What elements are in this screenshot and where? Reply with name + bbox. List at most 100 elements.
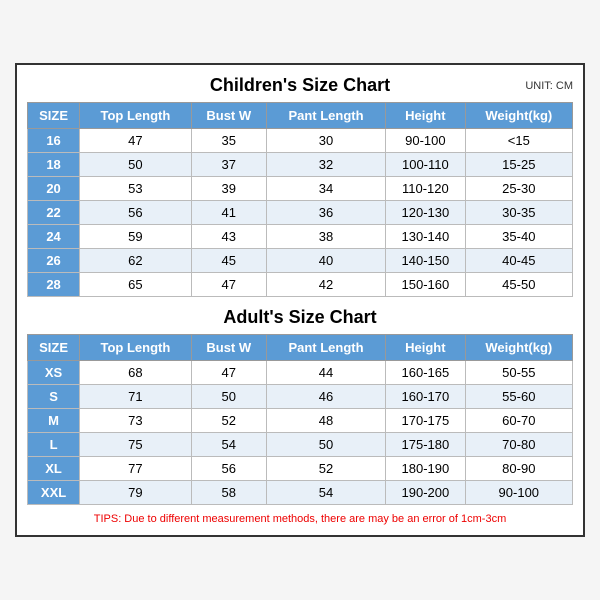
children-data-cell: 59 <box>80 225 192 249</box>
adult-data-cell: 55-60 <box>465 385 572 409</box>
children-data-cell: 38 <box>266 225 385 249</box>
adult-data-cell: 160-170 <box>386 385 465 409</box>
children-title-row: Children's Size Chart UNIT: CM <box>27 75 573 96</box>
children-col-top-length: Top Length <box>80 103 192 129</box>
adult-data-cell: 80-90 <box>465 457 572 481</box>
children-data-cell: 45 <box>191 249 266 273</box>
children-data-cell: 47 <box>80 129 192 153</box>
children-table: SIZE Top Length Bust W Pant Length Heigh… <box>27 102 573 297</box>
children-data-cell: 150-160 <box>386 273 465 297</box>
children-data-cell: 40 <box>266 249 385 273</box>
adult-col-pant-length: Pant Length <box>266 335 385 361</box>
adult-col-bust-w: Bust W <box>191 335 266 361</box>
adult-size-cell: S <box>28 385 80 409</box>
children-data-cell: 62 <box>80 249 192 273</box>
adult-data-cell: 170-175 <box>386 409 465 433</box>
children-data-cell: 41 <box>191 201 266 225</box>
children-header-row: SIZE Top Length Bust W Pant Length Heigh… <box>28 103 573 129</box>
children-data-cell: 56 <box>80 201 192 225</box>
adult-table-row: M735248170-17560-70 <box>28 409 573 433</box>
children-size-cell: 24 <box>28 225 80 249</box>
children-col-bust-w: Bust W <box>191 103 266 129</box>
adult-data-cell: 60-70 <box>465 409 572 433</box>
children-table-row: 22564136120-13030-35 <box>28 201 573 225</box>
adult-col-size: SIZE <box>28 335 80 361</box>
adult-size-cell: M <box>28 409 80 433</box>
children-data-cell: 34 <box>266 177 385 201</box>
children-col-weight: Weight(kg) <box>465 103 572 129</box>
children-data-cell: 15-25 <box>465 153 572 177</box>
adult-data-cell: 73 <box>80 409 192 433</box>
children-data-cell: 90-100 <box>386 129 465 153</box>
children-data-cell: 35 <box>191 129 266 153</box>
children-table-row: 18503732100-11015-25 <box>28 153 573 177</box>
children-data-cell: 35-40 <box>465 225 572 249</box>
children-table-row: 1647353090-100<15 <box>28 129 573 153</box>
adult-data-cell: 160-165 <box>386 361 465 385</box>
children-size-cell: 20 <box>28 177 80 201</box>
children-data-cell: 45-50 <box>465 273 572 297</box>
children-data-cell: 100-110 <box>386 153 465 177</box>
children-table-row: 24594338130-14035-40 <box>28 225 573 249</box>
children-data-cell: 43 <box>191 225 266 249</box>
adult-col-height: Height <box>386 335 465 361</box>
children-data-cell: 39 <box>191 177 266 201</box>
adult-title-row: Adult's Size Chart <box>27 307 573 328</box>
adult-data-cell: 46 <box>266 385 385 409</box>
adult-table-row: XS684744160-16550-55 <box>28 361 573 385</box>
adult-table: SIZE Top Length Bust W Pant Length Heigh… <box>27 334 573 505</box>
children-size-cell: 22 <box>28 201 80 225</box>
adult-data-cell: 71 <box>80 385 192 409</box>
children-data-cell: 25-30 <box>465 177 572 201</box>
section-divider <box>27 297 573 307</box>
unit-label: UNIT: CM <box>525 80 573 92</box>
adult-chart-title: Adult's Size Chart <box>223 307 376 328</box>
adult-data-cell: 58 <box>191 481 266 505</box>
tips-text: TIPS: Due to different measurement metho… <box>27 513 573 525</box>
adult-size-cell: XS <box>28 361 80 385</box>
adult-data-cell: 54 <box>191 433 266 457</box>
children-table-row: 28654742150-16045-50 <box>28 273 573 297</box>
adult-data-cell: 77 <box>80 457 192 481</box>
adult-data-cell: 68 <box>80 361 192 385</box>
children-data-cell: 50 <box>80 153 192 177</box>
children-data-cell: 37 <box>191 153 266 177</box>
children-col-height: Height <box>386 103 465 129</box>
adult-data-cell: 175-180 <box>386 433 465 457</box>
children-size-cell: 18 <box>28 153 80 177</box>
chart-container: Children's Size Chart UNIT: CM SIZE Top … <box>15 63 585 537</box>
adult-data-cell: 50-55 <box>465 361 572 385</box>
children-size-cell: 28 <box>28 273 80 297</box>
adult-data-cell: 75 <box>80 433 192 457</box>
adult-size-cell: XXL <box>28 481 80 505</box>
adult-size-cell: XL <box>28 457 80 481</box>
children-data-cell: 130-140 <box>386 225 465 249</box>
adult-data-cell: 79 <box>80 481 192 505</box>
adult-col-top-length: Top Length <box>80 335 192 361</box>
adult-data-cell: 52 <box>266 457 385 481</box>
adult-table-row: XL775652180-19080-90 <box>28 457 573 481</box>
children-data-cell: 32 <box>266 153 385 177</box>
children-data-cell: 53 <box>80 177 192 201</box>
children-data-cell: 120-130 <box>386 201 465 225</box>
adult-data-cell: 56 <box>191 457 266 481</box>
children-data-cell: 40-45 <box>465 249 572 273</box>
children-data-cell: 140-150 <box>386 249 465 273</box>
children-col-pant-length: Pant Length <box>266 103 385 129</box>
adult-table-row: L755450175-18070-80 <box>28 433 573 457</box>
children-data-cell: 47 <box>191 273 266 297</box>
children-data-cell: 36 <box>266 201 385 225</box>
children-data-cell: 30-35 <box>465 201 572 225</box>
children-data-cell: 110-120 <box>386 177 465 201</box>
children-data-cell: 30 <box>266 129 385 153</box>
children-data-cell: 42 <box>266 273 385 297</box>
adult-data-cell: 48 <box>266 409 385 433</box>
adult-data-cell: 90-100 <box>465 481 572 505</box>
adult-data-cell: 54 <box>266 481 385 505</box>
adult-data-cell: 70-80 <box>465 433 572 457</box>
children-size-cell: 26 <box>28 249 80 273</box>
adult-table-row: S715046160-17055-60 <box>28 385 573 409</box>
adult-data-cell: 52 <box>191 409 266 433</box>
adult-table-row: XXL795854190-20090-100 <box>28 481 573 505</box>
adult-data-cell: 50 <box>266 433 385 457</box>
